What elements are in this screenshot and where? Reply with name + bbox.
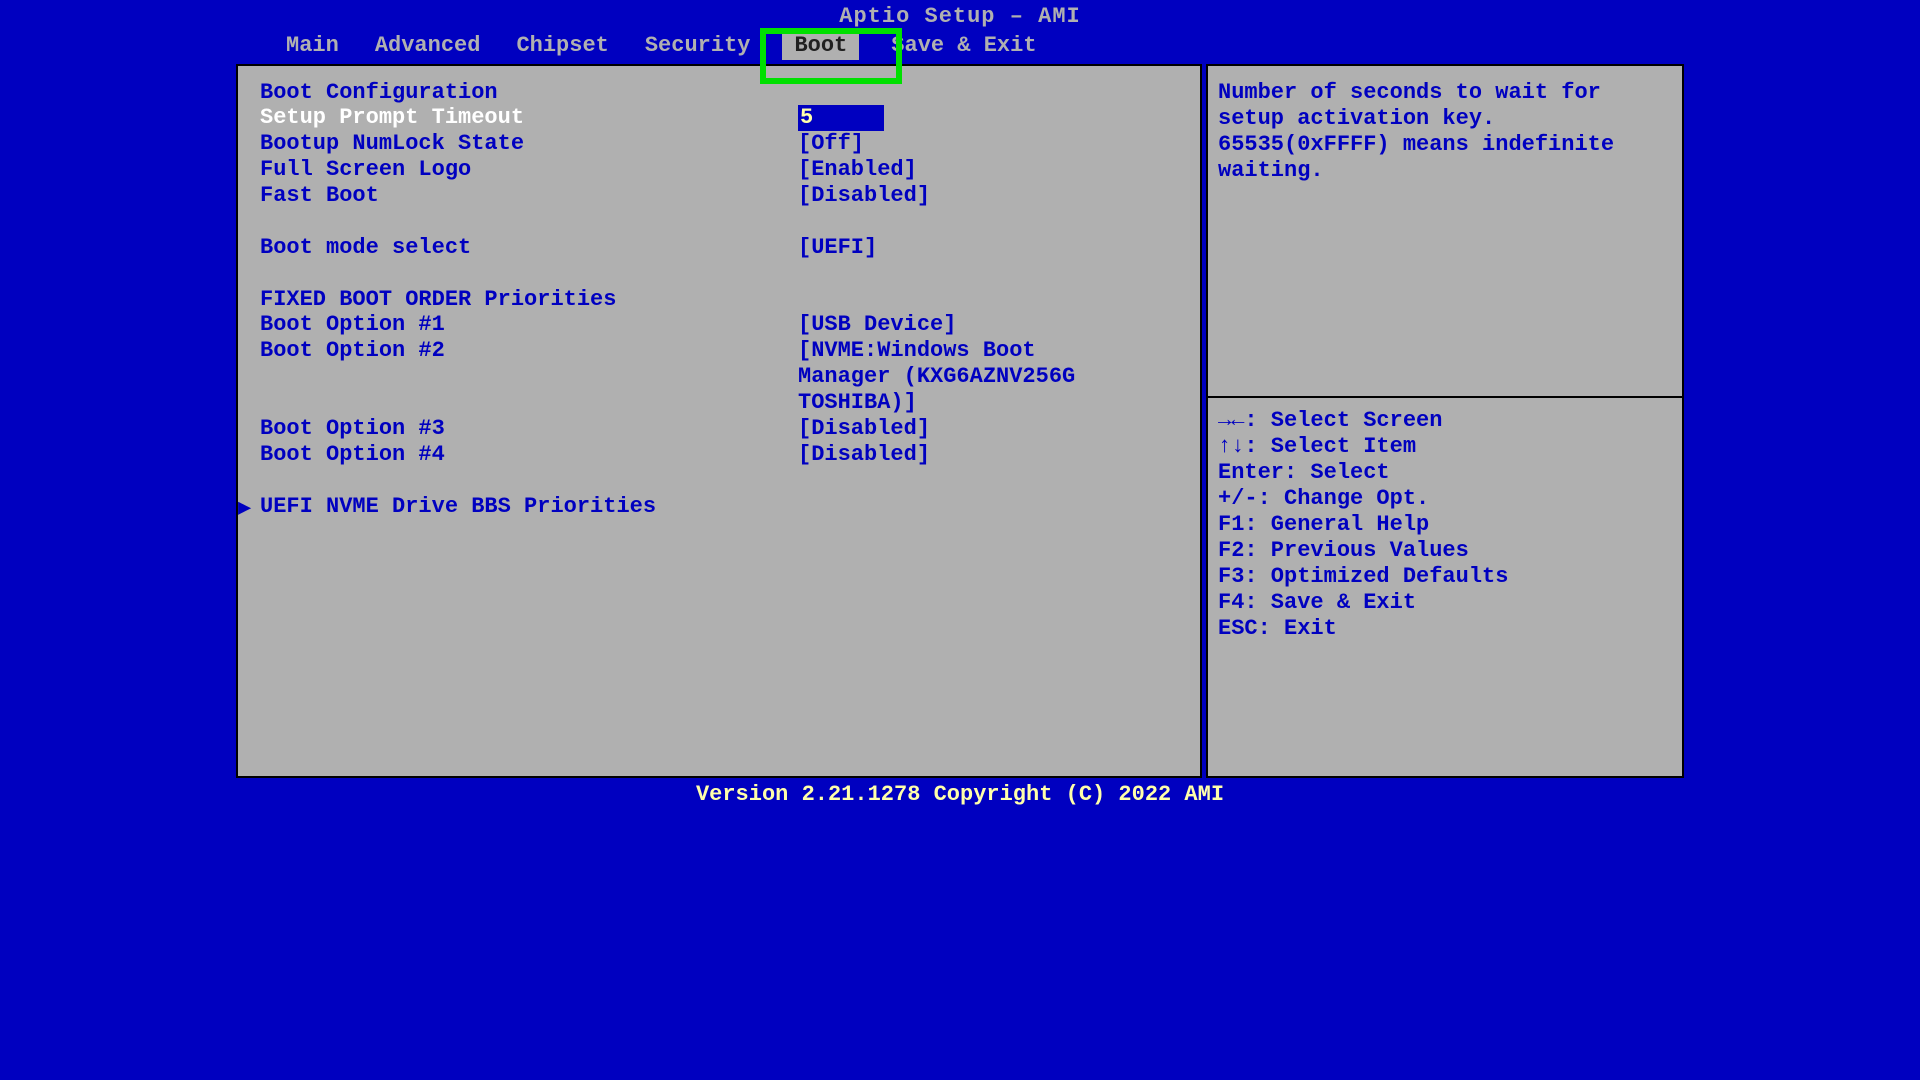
tab-advanced[interactable]: Advanced — [371, 31, 485, 60]
option-label: Fast Boot — [260, 183, 798, 209]
tab-security[interactable]: Security — [641, 31, 755, 60]
footer-version: Version 2.21.1278 Copyright (C) 2022 AMI — [232, 778, 1688, 811]
option-label: Boot Option #3 — [260, 416, 798, 442]
option-bootup-numlock[interactable]: Bootup NumLock State [Off] — [260, 131, 1178, 157]
option-boot-mode-select[interactable]: Boot mode select [UEFI] — [260, 235, 1178, 261]
help-keys: →←: Select Screen ↑↓: Select Item Enter:… — [1218, 408, 1672, 642]
key-optimized-defaults: F3: Optimized Defaults — [1218, 564, 1672, 590]
key-esc-exit: ESC: Exit — [1218, 616, 1672, 642]
tab-bar: Main Advanced Chipset Security Boot Save… — [232, 31, 1688, 64]
help-divider — [1208, 396, 1682, 398]
option-label: Boot mode select — [260, 235, 798, 261]
submenu-arrow-icon: ▶ — [238, 496, 251, 522]
submenu-label: UEFI NVME Drive BBS Priorities — [260, 494, 656, 520]
option-value: [NVME:Windows Boot Manager (KXG6AZNV256G… — [798, 338, 1118, 416]
option-setup-prompt-timeout[interactable]: Setup Prompt Timeout 5 — [260, 105, 1178, 131]
submenu-uefi-nvme-bbs[interactable]: ▶ UEFI NVME Drive BBS Priorities — [260, 494, 1178, 520]
option-value: [Disabled] — [798, 442, 930, 468]
option-fast-boot[interactable]: Fast Boot [Disabled] — [260, 183, 1178, 209]
option-value: [Disabled] — [798, 416, 930, 442]
help-description: Number of seconds to wait for setup acti… — [1218, 80, 1672, 184]
option-label: Boot Option #2 — [260, 338, 798, 416]
tab-boot[interactable]: Boot — [782, 31, 859, 60]
tab-main[interactable]: Main — [282, 31, 343, 60]
key-select-item: ↑↓: Select Item — [1218, 434, 1672, 460]
option-value: [Off] — [798, 131, 864, 157]
option-value: 5 — [798, 105, 884, 131]
tab-chipset[interactable]: Chipset — [512, 31, 612, 60]
setup-title: Aptio Setup – AMI — [232, 0, 1688, 31]
key-save-exit: F4: Save & Exit — [1218, 590, 1672, 616]
key-previous-values: F2: Previous Values — [1218, 538, 1672, 564]
section-boot-config: Boot Configuration — [260, 80, 1178, 105]
option-boot-option-1[interactable]: Boot Option #1 [USB Device] — [260, 312, 1178, 338]
option-value: [USB Device] — [798, 312, 956, 338]
option-label: Full Screen Logo — [260, 157, 798, 183]
option-label: Boot Option #1 — [260, 312, 798, 338]
help-panel: Number of seconds to wait for setup acti… — [1206, 64, 1684, 778]
key-general-help: F1: General Help — [1218, 512, 1672, 538]
option-boot-option-3[interactable]: Boot Option #3 [Disabled] — [260, 416, 1178, 442]
main-panel: Boot Configuration Setup Prompt Timeout … — [236, 64, 1202, 778]
tab-save-exit[interactable]: Save & Exit — [887, 31, 1040, 60]
option-value: [Enabled] — [798, 157, 917, 183]
key-select-screen: →←: Select Screen — [1218, 408, 1672, 434]
key-enter-select: Enter: Select — [1218, 460, 1672, 486]
option-full-screen-logo[interactable]: Full Screen Logo [Enabled] — [260, 157, 1178, 183]
section-fixed-boot-order: FIXED BOOT ORDER Priorities — [260, 287, 1178, 312]
option-boot-option-2[interactable]: Boot Option #2 [NVME:Windows Boot Manage… — [260, 338, 1178, 416]
key-change-opt: +/-: Change Opt. — [1218, 486, 1672, 512]
option-value: [UEFI] — [798, 235, 877, 261]
option-label: Boot Option #4 — [260, 442, 798, 468]
option-value: [Disabled] — [798, 183, 930, 209]
option-label: Setup Prompt Timeout — [260, 105, 798, 131]
option-label: Bootup NumLock State — [260, 131, 798, 157]
option-boot-option-4[interactable]: Boot Option #4 [Disabled] — [260, 442, 1178, 468]
